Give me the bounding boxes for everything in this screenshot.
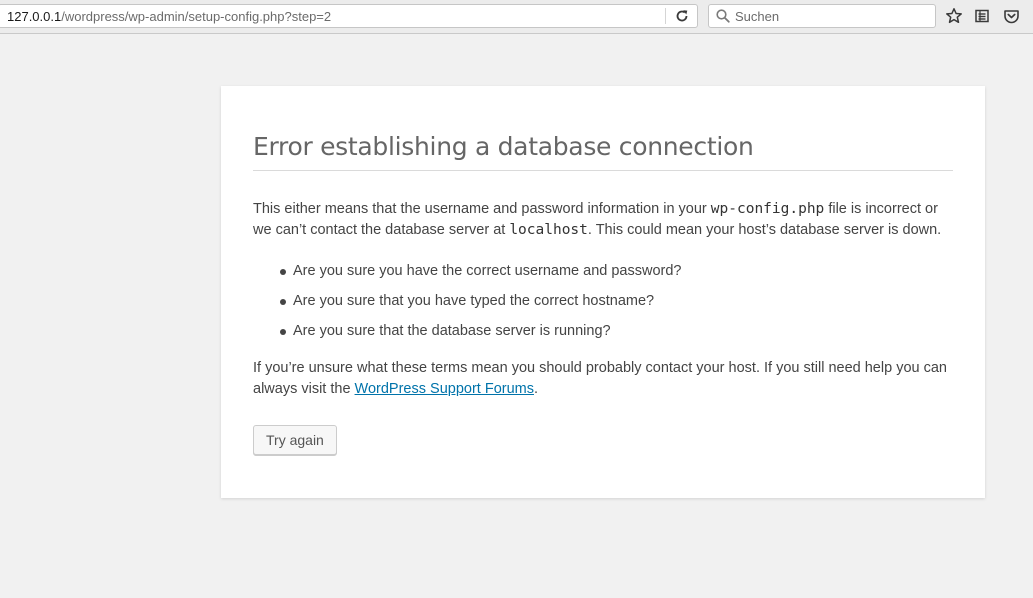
address-bar[interactable]: 127.0.0.1/wordpress/wp-admin/setup-confi… bbox=[0, 4, 698, 28]
search-input[interactable] bbox=[735, 7, 925, 25]
browser-toolbar: 127.0.0.1/wordpress/wp-admin/setup-confi… bbox=[0, 0, 1033, 34]
error-title: Error establishing a database connection bbox=[253, 132, 953, 171]
url-divider bbox=[665, 8, 666, 24]
reading-list-button[interactable] bbox=[972, 6, 992, 26]
star-icon bbox=[946, 8, 962, 24]
description-text-3: . This could mean your host’s database s… bbox=[587, 222, 942, 238]
support-forums-link[interactable]: WordPress Support Forums bbox=[355, 381, 534, 397]
url-path: /wordpress/wp-admin/setup-config.php?ste… bbox=[61, 9, 332, 24]
pocket-icon bbox=[1003, 9, 1019, 23]
bullet-icon bbox=[280, 269, 286, 275]
error-description: This either means that the username and … bbox=[253, 199, 953, 241]
config-filename: wp-config.php bbox=[710, 201, 825, 217]
bookmark-button[interactable] bbox=[944, 6, 964, 26]
checklist-item: Are you sure that you have typed the cor… bbox=[280, 291, 953, 312]
db-host: localhost bbox=[509, 222, 588, 238]
checklist-item-text: Are you sure that the database server is… bbox=[293, 323, 611, 339]
checklist-item: Are you sure that the database server is… bbox=[280, 321, 953, 342]
search-bar[interactable] bbox=[708, 4, 936, 28]
checklist-item: Are you sure you have the correct userna… bbox=[280, 261, 953, 282]
try-again-button[interactable]: Try again bbox=[253, 425, 337, 455]
reload-icon bbox=[676, 10, 688, 22]
checklist: Are you sure you have the correct userna… bbox=[253, 261, 953, 342]
error-card: Error establishing a database connection… bbox=[221, 86, 985, 498]
help-paragraph: If you’re unsure what these terms mean y… bbox=[253, 358, 953, 400]
checklist-item-text: Are you sure that you have typed the cor… bbox=[293, 293, 655, 309]
help-text-2: . bbox=[533, 381, 539, 397]
bullet-icon bbox=[280, 299, 286, 305]
reading-list-icon bbox=[975, 9, 989, 23]
reload-button[interactable] bbox=[672, 7, 692, 25]
pocket-button[interactable] bbox=[1001, 6, 1021, 26]
url-host: 127.0.0.1 bbox=[7, 9, 62, 24]
bullet-icon bbox=[280, 329, 286, 335]
url-text[interactable]: 127.0.0.1/wordpress/wp-admin/setup-confi… bbox=[7, 9, 331, 24]
checklist-item-text: Are you sure you have the correct userna… bbox=[293, 263, 682, 279]
description-text-1: This either means that the username and … bbox=[253, 201, 711, 217]
search-icon bbox=[716, 9, 730, 23]
